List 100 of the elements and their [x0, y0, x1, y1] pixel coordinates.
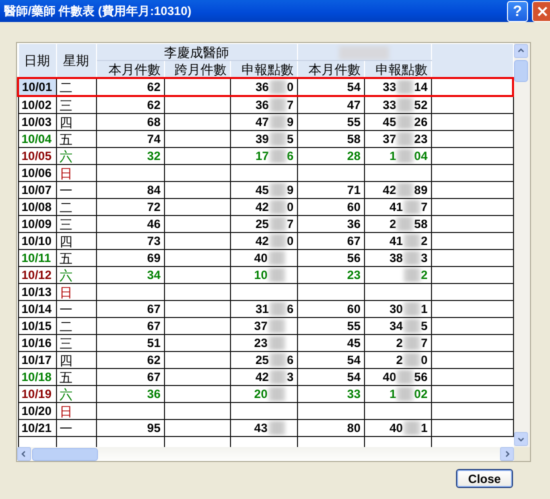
table-cell: 36 — [255, 80, 269, 94]
table-cell: 41 — [389, 200, 403, 214]
table-cell: 10/21 — [18, 420, 56, 436]
help-button[interactable]: ? — [507, 0, 528, 22]
blurred-digits — [396, 217, 414, 232]
scrollbar-thumb[interactable] — [32, 448, 98, 460]
table-cell: 10/02 — [18, 96, 56, 114]
table-cell: 6 — [286, 302, 294, 316]
blurred-digits — [396, 98, 414, 112]
table-cell: 69 — [96, 250, 164, 266]
table-cell: 二 — [56, 318, 96, 334]
blurred-digits — [402, 234, 421, 248]
window-title: 醫師/藥師 件數表 (費用年月:10310) — [4, 2, 192, 20]
blurred-digits — [396, 80, 414, 94]
table-cell: 28 — [297, 148, 364, 164]
table-cell: 51 — [96, 334, 164, 352]
scroll-right-icon[interactable] — [500, 447, 514, 461]
table-cell: 五 — [56, 250, 96, 266]
blurred-digits — [402, 421, 421, 436]
table-cell: 73 — [96, 232, 164, 250]
table-cell: 33 — [382, 80, 396, 94]
table-cell: 14 — [414, 80, 428, 94]
table-cell: 23 — [414, 132, 428, 146]
table-cell: 80 — [297, 420, 364, 436]
table-cell: 10/04 — [18, 130, 56, 148]
table-cell: 7 — [286, 216, 294, 230]
blurred-digits — [268, 217, 287, 232]
table-cell: 6 — [286, 148, 294, 162]
table-cell: 04 — [414, 148, 428, 162]
scrollbar-thumb[interactable] — [514, 60, 528, 82]
close-icon[interactable] — [532, 0, 550, 22]
table-cell: 10/15 — [18, 318, 56, 334]
table-cell: 10 — [254, 268, 268, 282]
table-cell: 46 — [96, 216, 164, 232]
blurred-digits — [402, 200, 421, 214]
table-cell: 84 — [96, 182, 164, 198]
table-cell: 9 — [286, 182, 294, 196]
table-cell: 42 — [382, 182, 396, 196]
blurred-digits — [268, 336, 286, 350]
table-cell: 40 — [254, 250, 268, 264]
table-cell: 10/11 — [18, 250, 56, 266]
blurred-digits — [396, 370, 414, 384]
table-cell: 一 — [56, 420, 96, 436]
table-cell: 7 — [420, 200, 428, 214]
table-cell: 36 — [255, 98, 269, 112]
table-cell: 0 — [420, 352, 428, 366]
column-header: 日期 — [18, 44, 56, 78]
blurred-digits — [268, 115, 287, 130]
table-cell: 45 — [255, 182, 269, 196]
blurred-digits — [268, 319, 286, 334]
table-cell: 62 — [96, 352, 164, 368]
table-cell: 33 — [297, 386, 364, 402]
table-cell: 1 — [389, 386, 396, 400]
table-cell: 58 — [297, 130, 364, 148]
table-cell: 36 — [96, 386, 164, 402]
table-cell: 37 — [254, 318, 268, 332]
table-cell: 67 — [96, 318, 164, 334]
table-cell: 39 — [255, 132, 269, 146]
table-cell: 一 — [56, 300, 96, 318]
table-cell: 37 — [382, 132, 396, 146]
blurred-digits — [268, 200, 287, 214]
table-cell: 38 — [389, 250, 403, 264]
scrollbar-corner — [514, 447, 530, 461]
table-cell: 1 — [420, 302, 428, 316]
table-cell: 7 — [286, 98, 294, 112]
close-button[interactable]: Close — [456, 469, 513, 488]
table-cell: 10/06 — [18, 164, 56, 182]
blurred-digits — [268, 183, 287, 198]
table-cell: 55 — [297, 318, 364, 334]
table-cell: 40 — [389, 420, 403, 434]
table-cell: 二 — [56, 78, 96, 96]
table-cell: 10/13 — [18, 284, 56, 300]
blurred-digits — [268, 421, 286, 436]
blurred-digits — [396, 115, 414, 130]
table-cell: 67 — [96, 300, 164, 318]
scroll-down-icon[interactable] — [514, 432, 528, 446]
table-cell: 三 — [56, 96, 96, 114]
blurred-digits — [396, 149, 414, 164]
scroll-up-icon[interactable] — [514, 44, 528, 58]
table-cell: 10/03 — [18, 114, 56, 130]
table-cell: 1 — [389, 148, 396, 162]
table-cell: 10/05 — [18, 148, 56, 164]
blurred-digits — [268, 302, 287, 316]
table-cell: 41 — [389, 234, 403, 248]
table-cell: 二 — [56, 198, 96, 216]
table-cell: 47 — [255, 114, 269, 128]
blurred-digits — [268, 80, 287, 94]
table-cell: 0 — [286, 80, 294, 94]
table-cell: 10/19 — [18, 386, 56, 402]
blurred-digits — [402, 319, 421, 334]
table-cell: 五 — [56, 368, 96, 386]
table-cell: 58 — [414, 216, 428, 230]
scroll-left-icon[interactable] — [17, 447, 31, 461]
table-cell: 日 — [56, 164, 96, 182]
table-cell: 3 — [286, 370, 294, 384]
table-cell: 四 — [56, 114, 96, 130]
table-cell: 30 — [389, 302, 403, 316]
table-cell: 三 — [56, 334, 96, 352]
table-cell: 六 — [56, 148, 96, 164]
table-cell: 六 — [56, 386, 96, 402]
